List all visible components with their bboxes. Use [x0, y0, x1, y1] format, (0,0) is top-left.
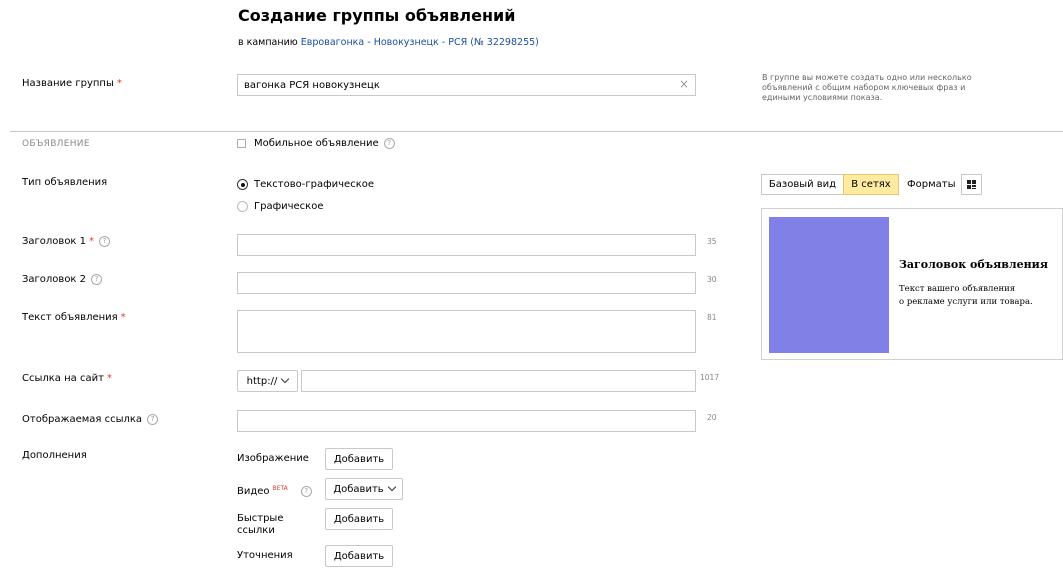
headline1-input[interactable]: [237, 234, 696, 256]
required-mark: *: [89, 236, 95, 247]
required-mark: *: [120, 312, 126, 323]
radio-graphic-label: Графическое: [254, 201, 324, 212]
tab-basic-view[interactable]: Базовый вид: [761, 174, 844, 195]
group-name-label: Название группы *: [22, 78, 122, 89]
mobile-ad-label: Мобильное объявление?: [254, 138, 395, 149]
preview-image-placeholder: [769, 217, 889, 353]
section-divider: [10, 131, 1063, 132]
radio-text-graphic[interactable]: [237, 179, 248, 190]
headline1-label: Заголовок 1 *?: [22, 236, 111, 247]
help-icon[interactable]: ?: [147, 414, 159, 425]
headline1-counter: 35: [707, 237, 717, 246]
subtitle-prefix: в кампанию: [238, 37, 298, 48]
extras-label: Дополнения: [22, 450, 87, 461]
quick-links-extra-label: Быстрые ссылки: [237, 513, 284, 536]
section-title: ОБЪЯВЛЕНИЕ: [22, 139, 90, 149]
display-url-label: Отображаемая ссылка?: [22, 414, 159, 425]
campaign-link[interactable]: Евровагонка - Новокузнецк - РСЯ (№ 32298…: [301, 37, 539, 48]
help-icon[interactable]: ?: [383, 138, 395, 149]
campaign-subtitle: в кампанию Евровагонка - Новокузнецк - Р…: [238, 37, 539, 48]
headline2-counter: 30: [707, 275, 717, 284]
video-extra-label: Видео BETA?: [237, 483, 312, 498]
radio-text-graphic-label: Текстово-графическое: [254, 179, 375, 190]
chevron-down-icon: [387, 482, 396, 491]
ad-text-counter: 81: [707, 313, 717, 322]
url-label: Ссылка на сайт *: [22, 373, 112, 384]
grid-view-button[interactable]: [961, 174, 982, 195]
display-url-counter: 20: [707, 413, 717, 422]
headline2-input[interactable]: [237, 272, 696, 294]
preview-text: Текст вашего объявления о рекламе услуги…: [899, 284, 1033, 307]
ad-text-label: Текст объявления *: [22, 312, 126, 323]
display-url-input[interactable]: [237, 410, 696, 432]
grid-icon: [967, 180, 976, 189]
tab-formats[interactable]: Форматы: [907, 179, 955, 190]
add-quick-links-button[interactable]: Добавить: [325, 508, 393, 530]
add-video-button[interactable]: Добавить: [325, 478, 403, 500]
protocol-select[interactable]: http://: [237, 370, 298, 392]
group-name-input[interactable]: [237, 74, 696, 96]
help-icon[interactable]: ?: [300, 486, 312, 497]
radio-graphic[interactable]: [237, 201, 248, 212]
group-hint: В группе вы можете создать одно или неск…: [762, 73, 972, 102]
clarifications-extra-label: Уточнения: [237, 550, 293, 561]
chevron-down-icon: [281, 374, 290, 383]
headline2-label: Заголовок 2?: [22, 274, 103, 285]
preview-title: Заголовок объявления: [899, 258, 1048, 271]
mobile-ad-checkbox[interactable]: [237, 139, 246, 148]
clear-icon[interactable]: ×: [679, 78, 689, 90]
help-icon[interactable]: ?: [99, 236, 111, 247]
beta-badge: BETA: [272, 485, 288, 492]
url-counter: 1017: [700, 373, 720, 382]
ad-type-label: Тип объявления: [22, 177, 108, 188]
tab-in-networks[interactable]: В сетях: [843, 174, 899, 195]
ad-text-input[interactable]: [237, 310, 696, 353]
add-clarifications-button[interactable]: Добавить: [325, 545, 393, 567]
required-mark: *: [106, 373, 112, 384]
image-extra-label: Изображение: [237, 453, 309, 464]
url-input[interactable]: [301, 370, 696, 392]
add-image-button[interactable]: Добавить: [325, 448, 393, 470]
page-title: Создание группы объявлений: [238, 6, 516, 25]
help-icon[interactable]: ?: [91, 274, 103, 285]
required-mark: *: [116, 78, 122, 89]
